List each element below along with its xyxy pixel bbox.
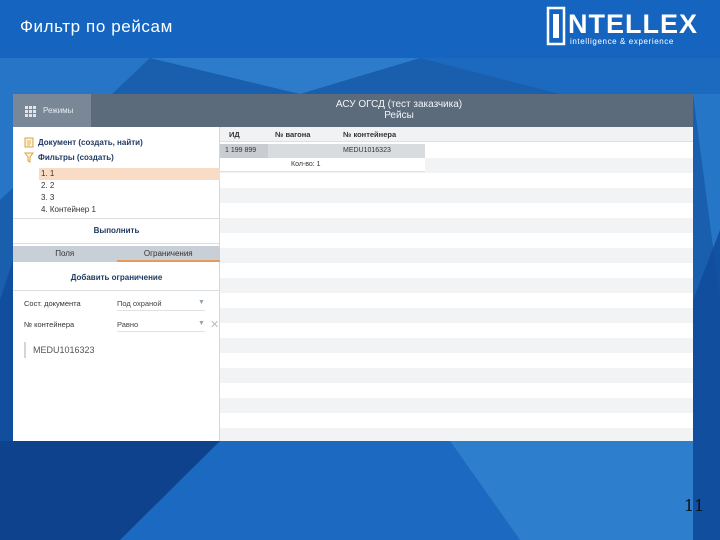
table-stripe [220,398,693,413]
tab-fields[interactable]: Поля [13,246,117,262]
chevron-down-icon[interactable]: ▼ [198,299,205,306]
divider [13,290,220,291]
filter-item-1[interactable]: 1. 1 [39,168,220,180]
table-stripe [220,308,693,323]
intellex-logo: NTELLEX intelligence & experience [546,6,699,48]
results-table: ИД № вагона № контейнера 1 199 899 MEDU1… [220,127,693,441]
document-label: Документ (создать, найти) [38,138,143,147]
table-stripe [220,173,693,188]
logo-main-text: NTELLEX [568,9,699,39]
tab-bar: Поля Ограничения [13,246,220,262]
condition-row: № контейнера Равно ▼ ✕ [24,319,219,332]
left-panel: Документ (создать, найти) Фильтры (созда… [13,127,220,441]
table-stripe [220,248,693,263]
document-icon [24,137,34,148]
app-title: АСУ ОГСД (тест заказчика) Рейсы [213,99,585,121]
chevron-down-icon[interactable]: ▼ [198,320,205,327]
table-stripe [220,338,693,353]
table-stripe [220,368,693,383]
table-stripe [220,413,693,428]
divider [13,243,220,244]
modes-label: Режимы [43,106,74,115]
container-number-input[interactable]: MEDU1016323 [24,342,214,358]
cell-id: 1 199 899 [225,147,257,154]
divider [13,218,220,219]
filters-link[interactable]: Фильтры (создать) [24,152,114,163]
filter-item-4[interactable]: 4. Контейнер 1 [39,204,220,216]
tab-restrictions[interactable]: Ограничения [116,246,220,262]
app-window: Режимы АСУ ОГСД (тест заказчика) Рейсы Д… [13,94,693,441]
table-stripe [220,278,693,293]
table-stripe [220,233,693,248]
select-underline [117,331,205,332]
logo-tagline: intelligence & experience [570,37,674,46]
condition-label: № контейнера [24,320,75,329]
condition-select[interactable]: Под охраной [117,299,162,308]
row-count: Кол-во: 1 [291,161,321,168]
table-stripe [220,263,693,278]
filters-label: Фильтры (создать) [38,153,114,162]
run-button[interactable]: Выполнить [13,226,220,235]
table-stripe [220,218,693,233]
filter-item-2[interactable]: 2. 2 [39,180,220,192]
table-header: ИД № вагона № контейнера [220,127,693,142]
condition-label: Сост. документа [24,299,81,308]
grid-icon [25,105,36,117]
table-stripe [220,353,693,368]
table-stripe [220,188,693,203]
column-header-id[interactable]: ИД [229,130,240,139]
modes-button[interactable]: Режимы [13,94,91,127]
column-header-wagon[interactable]: № вагона [275,130,310,139]
condition-operator-select[interactable]: Равно [117,320,138,329]
app-header: Режимы АСУ ОГСД (тест заказчика) Рейсы [13,94,693,127]
table-stripe [220,293,693,308]
table-stripe [220,203,693,218]
document-link[interactable]: Документ (создать, найти) [24,137,143,148]
table-stripe [220,383,693,398]
page-number: 11 [684,496,705,515]
app-title-line1: АСУ ОГСД (тест заказчика) [335,99,463,110]
filter-icon [24,152,34,163]
slide-title: Фильтр по рейсам [20,17,173,36]
filter-item-3[interactable]: 3. 3 [39,192,220,204]
logo-i-icon [546,6,566,46]
table-stripe [220,323,693,338]
close-icon[interactable]: ✕ [210,318,219,331]
row-count-bar: Кол-во: 1 [220,158,425,172]
condition-row: Сост. документа Под охраной ▼ [24,299,214,311]
select-underline [117,310,205,311]
column-header-container[interactable]: № контейнера [343,130,396,139]
add-condition-button[interactable]: Добавить ограничение [13,273,220,282]
table-row[interactable]: 1 199 899 MEDU1016323 [220,144,425,158]
table-stripe [220,428,693,441]
cell-container: MEDU1016323 [343,147,391,154]
app-title-line2: Рейсы [384,110,414,121]
